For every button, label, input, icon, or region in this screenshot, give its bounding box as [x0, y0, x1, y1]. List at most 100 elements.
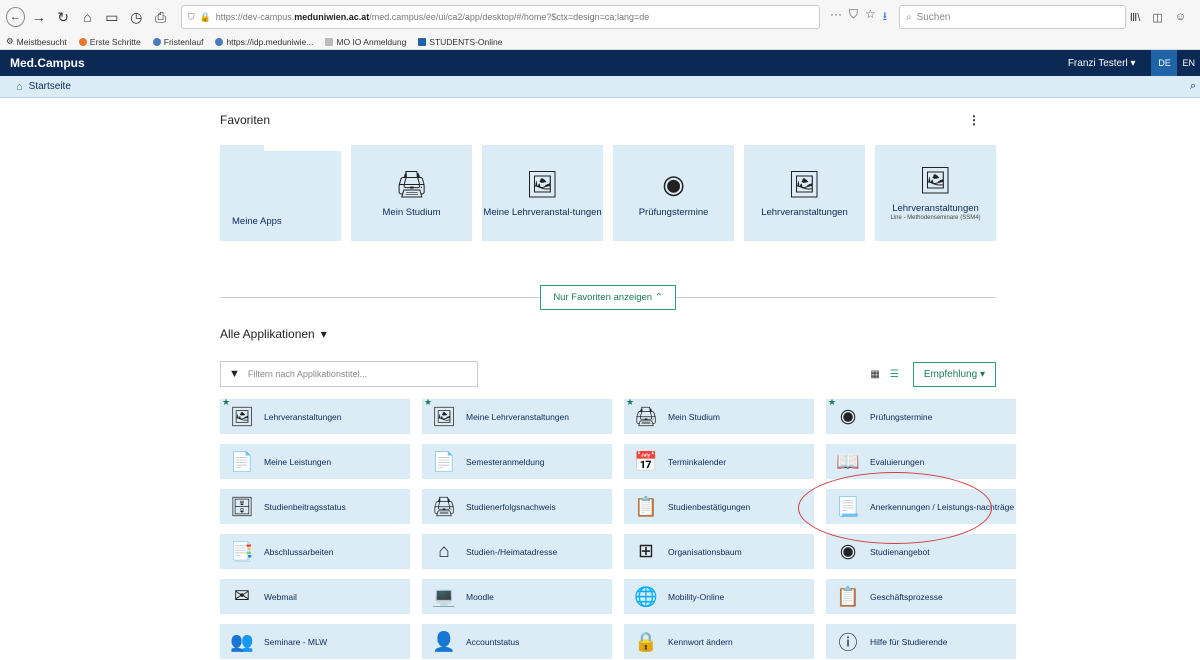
- app-tile[interactable]: ★ 🖼 Meine Lehrveranstaltungen: [422, 397, 612, 434]
- lock-icon: 🔒: [199, 11, 211, 22]
- tab-icon[interactable]: ▭: [102, 6, 122, 28]
- app-tile[interactable]: ⓘ Hilfe für Studierende: [826, 624, 1016, 659]
- filter-row: ▼ Filtern nach Applikationstitel... ▦ ☰ …: [220, 360, 996, 388]
- history-icon[interactable]: ◷: [126, 6, 146, 28]
- app-tile-label: Meine Leistungen: [264, 456, 332, 467]
- fav-tile-label: Lehrveranstaltungen: [761, 206, 848, 218]
- app-icon: 📋: [836, 586, 860, 608]
- app-tile[interactable]: ⊞ Organisationsbaum: [624, 534, 814, 569]
- app-tile[interactable]: 📋 Studienbestätigungen: [624, 489, 814, 524]
- app-tile-label: Mobility-Online: [668, 591, 725, 602]
- lang-en-button[interactable]: EN: [1177, 50, 1200, 76]
- fav-tile-lehrveranstaltungen[interactable]: 🖼 Lehrveranstaltungen: [744, 145, 866, 241]
- app-tile[interactable]: 📃 Anerkennungen / Leistungs-nachträge: [826, 489, 1016, 524]
- app-icon: 🖼: [431, 406, 457, 428]
- app-tile-label: Geschäftsprozesse: [870, 591, 943, 602]
- lang-de-button[interactable]: DE: [1151, 50, 1178, 76]
- favorite-star-icon[interactable]: ★: [828, 397, 836, 408]
- app-tile[interactable]: 📋 Geschäftsprozesse: [826, 579, 1016, 614]
- grid-view-icon[interactable]: ▦: [870, 369, 879, 380]
- fav-tile-label: Meine Apps: [232, 216, 282, 227]
- app-icon: 📅: [634, 451, 658, 473]
- app-tile-label: Meine Lehrveranstaltungen: [466, 411, 570, 422]
- bookmark-item[interactable]: https://idp.meduniwie...: [215, 37, 313, 47]
- chevron-up-icon: ⌃: [654, 291, 663, 303]
- favorite-star-icon[interactable]: ★: [626, 397, 634, 408]
- home-icon[interactable]: ⌂: [77, 6, 97, 28]
- app-icon: 🔒: [634, 631, 658, 653]
- shield-icon: ⛉: [187, 11, 195, 22]
- favorites-header: Favoriten ⋮: [220, 110, 996, 130]
- app-tile[interactable]: ✉ Webmail: [220, 579, 410, 614]
- breadcrumb-home[interactable]: Startseite: [29, 81, 71, 92]
- firefox-icon: [78, 37, 87, 46]
- forward-icon[interactable]: →: [29, 6, 49, 28]
- app-tile[interactable]: ⌂ Studien-/Heimatadresse: [422, 534, 612, 569]
- fav-tile-meine-apps[interactable]: Meine Apps: [220, 145, 342, 241]
- app-tile[interactable]: ◉ Studienangebot: [826, 534, 1016, 569]
- breadcrumb: ⌂ Startseite ⌕: [0, 76, 1200, 98]
- bookmark-item[interactable]: Erste Schritte: [78, 37, 141, 47]
- fav-tile-pruefungstermine[interactable]: ◉ Prüfungstermine: [613, 145, 735, 241]
- app-tile[interactable]: 💻 Moodle: [422, 579, 612, 614]
- app-tile[interactable]: 🗄 Studienbeitragsstatus: [220, 489, 410, 524]
- app-tile[interactable]: 🔒 Kennwort ändern: [624, 624, 814, 659]
- browser-toolbar: ← → ↻ ⌂ ▭ ◷ ⎙ ⛉ 🔒 https://dev-campus.med…: [0, 0, 1200, 34]
- search-icon[interactable]: ⌕: [1190, 80, 1196, 93]
- star-icon[interactable]: ☆: [865, 7, 876, 28]
- sidebar-icon[interactable]: ◫: [1152, 11, 1162, 24]
- fav-tile-lehrveranstaltungen-ssm4[interactable]: 🖼 Lehrveranstaltungen Line - Methodensem…: [875, 145, 996, 241]
- all-apps-dropdown[interactable]: Alle Applikationen ▾: [220, 325, 996, 343]
- bookmark-item[interactable]: MO IO Anmeldung: [325, 37, 406, 47]
- browser-search-input[interactable]: ⌕ Suchen: [898, 5, 1126, 29]
- app-tile-label: Mein Studium: [668, 411, 720, 422]
- fav-tile-mein-studium[interactable]: 🖨 Mein Studium: [351, 145, 473, 241]
- print-icon[interactable]: ⎙: [150, 6, 170, 28]
- show-favorites-only-button[interactable]: Nur Favoriten anzeigen ⌃: [540, 284, 676, 310]
- home-icon[interactable]: ⌂: [16, 81, 23, 93]
- app-tile[interactable]: ★ 🖼 Lehrveranstaltungen: [220, 397, 410, 434]
- sort-dropdown[interactable]: Empfehlung ▾: [912, 361, 996, 387]
- pocket-icon[interactable]: ⛉: [849, 7, 858, 28]
- app-icon: 🖨: [633, 406, 659, 428]
- download-icon[interactable]: ⭳: [883, 7, 887, 28]
- more-icon[interactable]: ···: [830, 7, 842, 28]
- app-tile[interactable]: 📄 Meine Leistungen: [220, 444, 410, 479]
- bookmark-label: Meistbesucht: [16, 36, 67, 47]
- app-tile[interactable]: 📅 Terminkalender: [624, 444, 814, 479]
- app-tile[interactable]: ★ ◉ Prüfungstermine: [826, 397, 1016, 434]
- bookmark-item[interactable]: STUDENTS-Online: [418, 37, 503, 47]
- list-view-icon[interactable]: ☰: [890, 369, 899, 380]
- bookmark-item[interactable]: Fristenlauf: [152, 37, 203, 47]
- gear-icon: ⚙: [6, 36, 14, 46]
- account-icon[interactable]: ☺: [1175, 11, 1186, 24]
- url-bar[interactable]: ⛉ 🔒 https://dev-campus.meduniwien.ac.at/…: [180, 5, 820, 29]
- library-icon[interactable]: Ⅲ\: [1130, 11, 1141, 24]
- app-tile[interactable]: 📖 Evaluierungen: [826, 444, 1016, 479]
- bookmark-item[interactable]: ⚙ Meistbesucht: [6, 36, 67, 47]
- reload-icon[interactable]: ↻: [53, 6, 73, 28]
- app-tile-label: Abschlussarbeiten: [264, 546, 334, 557]
- app-tile[interactable]: 🌐 Mobility-Online: [624, 579, 814, 614]
- favorite-star-icon[interactable]: ★: [424, 397, 432, 408]
- app-tile[interactable]: 📑 Abschlussarbeiten: [220, 534, 410, 569]
- bookmark-label: https://idp.meduniwie...: [226, 36, 314, 47]
- board-icon: 🖼: [526, 168, 560, 199]
- app-tile[interactable]: 🖨 Studienerfolgsnachweis: [422, 489, 612, 524]
- app-tile[interactable]: 👥 Seminare - MLW: [220, 624, 410, 659]
- filter-input[interactable]: ▼ Filtern nach Applikationstitel...: [220, 361, 478, 387]
- favorite-star-icon[interactable]: ★: [222, 397, 230, 408]
- more-options-icon[interactable]: ⋮: [968, 113, 980, 127]
- desk-icon: 🖨: [395, 168, 429, 199]
- app-tile[interactable]: ★ 🖨 Mein Studium: [624, 397, 814, 434]
- app-title[interactable]: Med.Campus: [10, 56, 85, 70]
- app-icon: 🖨: [431, 496, 457, 518]
- back-icon[interactable]: ←: [6, 7, 25, 27]
- app-tile[interactable]: 📄 Semesteranmeldung: [422, 444, 612, 479]
- app-tile-label: Studienbeitragsstatus: [264, 501, 346, 512]
- fav-tile-meine-lehrveranstaltungen[interactable]: 🖼 Meine Lehrveranstal-tungen: [482, 145, 604, 241]
- app-icon: ✉: [234, 586, 250, 607]
- search-icon: ⌕: [905, 11, 912, 23]
- app-tile[interactable]: 👤 Accountstatus: [422, 624, 612, 659]
- user-menu[interactable]: Franzi Testerl ▾: [1068, 58, 1136, 69]
